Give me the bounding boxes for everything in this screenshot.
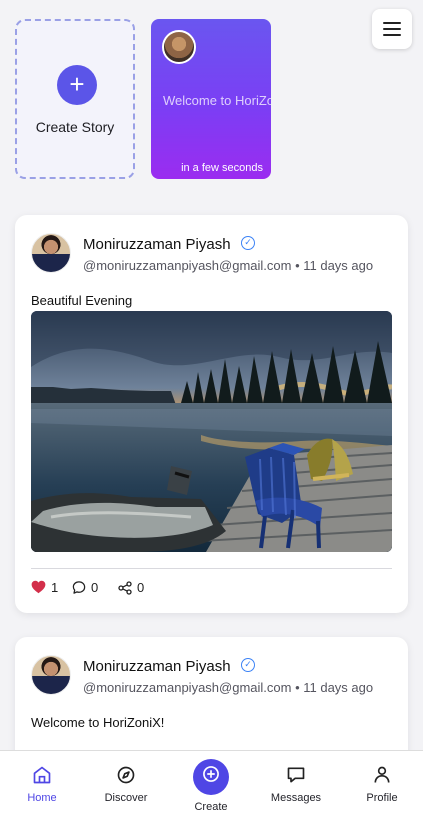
- verified-badge-icon: ✓: [241, 658, 255, 672]
- like-count: 1: [51, 580, 59, 595]
- message-icon: [287, 767, 305, 783]
- story-time: in a few seconds: [181, 162, 263, 174]
- plus-circle-icon: [203, 765, 219, 782]
- compass-icon: [117, 766, 135, 784]
- nav-messages[interactable]: Messages: [256, 765, 336, 804]
- share-button[interactable]: 0: [117, 579, 159, 597]
- heart-icon: [31, 580, 46, 594]
- post-divider: [31, 568, 392, 569]
- post-text: Welcome to HoriZoniX!: [31, 715, 165, 730]
- comment-button[interactable]: 0: [71, 579, 113, 597]
- verified-badge-icon: ✓: [241, 236, 255, 250]
- home-icon: [33, 766, 51, 784]
- nav-profile[interactable]: Profile: [342, 765, 422, 804]
- nav-discover[interactable]: Discover: [86, 765, 166, 804]
- comment-icon: [72, 581, 86, 594]
- post-image[interactable]: [31, 311, 392, 552]
- nav-discover-label: Discover: [104, 792, 148, 804]
- create-story-label: Create Story: [35, 119, 115, 135]
- hamburger-menu-icon: [383, 22, 401, 24]
- nav-create-label: Create: [194, 801, 228, 813]
- user-icon: [374, 766, 390, 783]
- author-avatar[interactable]: [31, 655, 71, 695]
- post-card: Moniruzzaman Piyash ✓ @moniruzzamanpiyas…: [15, 215, 408, 613]
- menu-button[interactable]: [372, 9, 412, 49]
- create-button[interactable]: [193, 759, 229, 795]
- bottom-navigation: Home Discover Create Messages Profile: [0, 750, 423, 819]
- post-text: Beautiful Evening: [31, 293, 133, 308]
- author-name[interactable]: Moniruzzaman Piyash: [83, 658, 231, 675]
- nav-home[interactable]: Home: [2, 765, 82, 804]
- like-button[interactable]: 1: [31, 579, 73, 597]
- plus-icon: +: [57, 65, 97, 105]
- nav-messages-label: Messages: [270, 792, 322, 804]
- lake-evening-image: [31, 311, 392, 552]
- author-name[interactable]: Moniruzzaman Piyash: [83, 236, 231, 253]
- hamburger-menu-icon-line: [383, 28, 401, 30]
- create-story-card[interactable]: + Create Story: [15, 19, 135, 179]
- share-count: 0: [137, 580, 145, 595]
- post-meta: @moniruzzamanpiyash@gmail.com • 11 days …: [83, 680, 374, 695]
- share-icon: [118, 581, 132, 595]
- nav-home-label: Home: [27, 792, 57, 804]
- comment-count: 0: [91, 580, 99, 595]
- post-meta: @moniruzzamanpiyash@gmail.com • 11 days …: [83, 258, 374, 273]
- nav-profile-label: Profile: [366, 792, 398, 804]
- stories-strip: + Create Story Welcome to HoriZoniX! in …: [15, 19, 415, 179]
- story-card[interactable]: Welcome to HoriZoniX! in a few seconds: [151, 19, 271, 179]
- nav-create[interactable]: Create: [171, 759, 251, 813]
- story-avatar: [162, 30, 196, 64]
- author-avatar[interactable]: [31, 233, 71, 273]
- story-preview-text: Welcome to HoriZoniX!: [163, 93, 271, 108]
- hamburger-menu-icon-line: [383, 34, 401, 36]
